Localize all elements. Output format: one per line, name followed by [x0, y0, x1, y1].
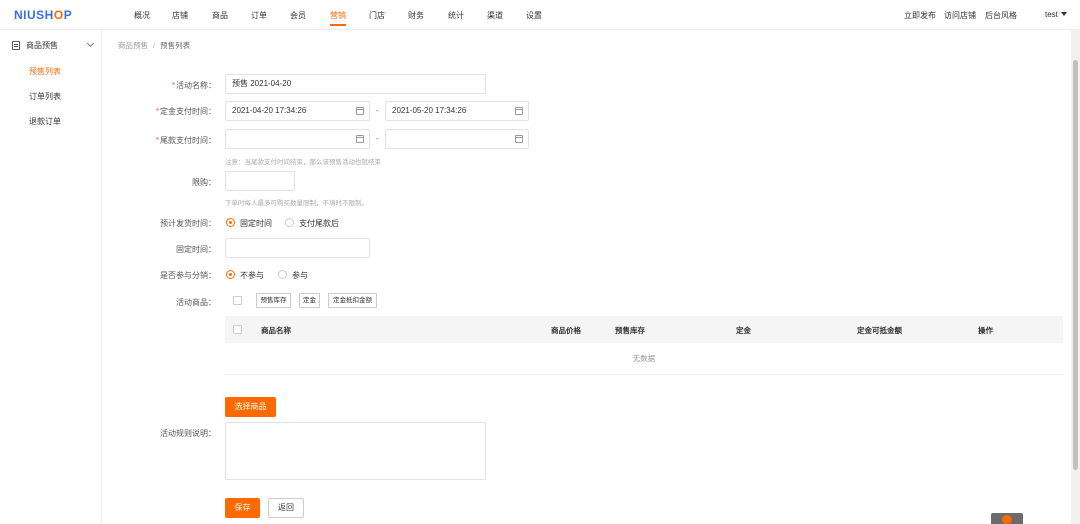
floating-help-widget[interactable] [991, 513, 1023, 524]
select-goods-button[interactable]: 选择商品 [225, 397, 276, 417]
nav-statistics[interactable]: 统计 [448, 10, 464, 21]
radio-distribution[interactable] [278, 270, 287, 279]
nav-active-indicator [330, 24, 346, 26]
breadcrumb: 商品预售 / 预售列表 [118, 40, 190, 51]
save-button[interactable]: 保存 [225, 498, 260, 518]
back-button[interactable]: 返回 [268, 498, 304, 518]
nav-members[interactable]: 会员 [290, 10, 306, 21]
balance-end-input[interactable] [385, 129, 529, 149]
radio-after-balance-label[interactable]: 支付尾款后 [299, 218, 339, 229]
rules-textarea[interactable] [225, 422, 486, 480]
limit-label: 限购： [192, 178, 216, 187]
caret-down-icon [1060, 12, 1067, 16]
logo-accent: O [53, 8, 64, 22]
goods-label: 活动商品： [176, 298, 216, 307]
date-range-separator: - [376, 134, 379, 143]
sidebar-group-label: 商品预售 [26, 41, 58, 50]
logo-text: NIUSH [14, 8, 54, 22]
batch-select-checkbox[interactable] [233, 296, 242, 305]
nav-channels[interactable]: 渠道 [487, 10, 503, 21]
sidebar: 商品预售 预售列表 订单列表 退款订单 [0, 30, 102, 524]
fixed-time-label: 固定时间： [176, 245, 216, 254]
nav-overview[interactable]: 概况 [134, 10, 150, 21]
balance-start-input[interactable] [225, 129, 370, 149]
logo-text-end: P [63, 8, 73, 22]
col-goods-price: 商品价格 [551, 326, 581, 335]
select-all-checkbox[interactable] [233, 325, 242, 334]
balance-time-hint: 注意：当尾款支付时间结束，那么该预售活动也就结束 [225, 159, 381, 166]
calendar-icon[interactable] [515, 107, 523, 115]
deposit-start-input[interactable]: 2021-04-20 17:34:26 [225, 101, 370, 121]
nav-outlets[interactable]: 门店 [369, 10, 385, 21]
calendar-icon[interactable] [515, 135, 523, 143]
col-actions: 操作 [978, 326, 993, 335]
top-nav: NIUSHOP 概况 店铺 商品 订单 会员 营销 门店 财务 统计 渠道 设置… [0, 0, 1080, 30]
breadcrumb-current: 预售列表 [160, 41, 191, 50]
logo[interactable]: NIUSHOP [14, 8, 72, 22]
limit-input[interactable] [225, 171, 295, 191]
deposit-time-label-text: 定金支付时间： [160, 107, 216, 116]
radio-no-distribution-label[interactable]: 不参与 [240, 270, 264, 281]
col-deposit-deduction: 定金可抵金额 [857, 326, 902, 335]
goods-table-empty: 无数据 [225, 343, 1063, 375]
calendar-icon[interactable] [356, 107, 364, 115]
chevron-down-icon[interactable] [86, 39, 95, 48]
date-range-separator: - [376, 106, 379, 115]
delivery-label: 预计发货时间： [160, 219, 216, 228]
deposit-time-label: *定金支付时间： [106, 106, 216, 117]
goods-table-header: 商品名称 商品价格 预售库存 定金 定金可抵金额 操作 [225, 316, 1063, 343]
sidebar-item-refund-orders[interactable]: 退款订单 [29, 116, 61, 127]
distribution-label: 是否参与分销： [160, 271, 216, 280]
nav-settings[interactable]: 设置 [526, 10, 542, 21]
radio-after-balance[interactable] [285, 218, 294, 227]
required-mark: * [155, 107, 159, 116]
activity-name-label-text: 活动名称： [176, 81, 216, 90]
user-name: test [1045, 10, 1058, 19]
nav-marketing[interactable]: 营销 [330, 10, 346, 21]
required-mark: * [155, 136, 159, 145]
balance-time-label-text: 尾款支付时间： [160, 136, 216, 145]
document-icon [12, 41, 20, 50]
balance-time-label: *尾款支付时间： [106, 135, 216, 146]
radio-fixed-time-label[interactable]: 固定时间 [240, 218, 272, 229]
calendar-icon[interactable] [356, 135, 364, 143]
visit-store-link[interactable]: 访问店铺 [944, 10, 976, 21]
breadcrumb-parent[interactable]: 商品预售 [118, 41, 148, 50]
nav-goods[interactable]: 商品 [212, 10, 228, 21]
publish-link[interactable]: 立即发布 [904, 10, 936, 21]
nav-orders[interactable]: 订单 [251, 10, 267, 21]
page-scrollbar[interactable] [1071, 30, 1080, 524]
radio-distribution-label[interactable]: 参与 [292, 270, 308, 281]
backend-style-link[interactable]: 后台风格 [985, 10, 1017, 21]
sidebar-item-order-list[interactable]: 订单列表 [29, 91, 61, 102]
activity-name-input[interactable]: 预售 2021-04-20 [225, 74, 486, 94]
batch-deduction-button[interactable]: 定金抵扣金额 [328, 293, 377, 308]
deposit-end-input[interactable]: 2021-05-20 17:34:26 [385, 101, 529, 121]
col-deposit: 定金 [736, 326, 751, 335]
batch-stock-button[interactable]: 预售库存 [256, 293, 291, 308]
required-mark: * [171, 81, 175, 90]
sidebar-group-presale[interactable]: 商品预售 [12, 40, 58, 51]
col-goods-name: 商品名称 [261, 326, 291, 335]
batch-deposit-button[interactable]: 定金 [299, 293, 320, 308]
col-presale-stock: 预售库存 [615, 326, 645, 335]
radio-fixed-time[interactable] [226, 218, 235, 227]
nav-store[interactable]: 店铺 [172, 10, 188, 21]
rules-label: 活动规则说明： [160, 429, 216, 438]
breadcrumb-separator: / [153, 41, 156, 50]
sidebar-item-presale-list[interactable]: 预售列表 [29, 66, 61, 77]
scrollbar-thumb[interactable] [1073, 60, 1078, 470]
limit-hint: 下单时每人最多可购买数量限制，不填时不限制。 [225, 200, 368, 207]
nav-finance[interactable]: 财务 [408, 10, 424, 21]
activity-name-label: *活动名称： [106, 80, 216, 91]
radio-no-distribution[interactable] [226, 270, 235, 279]
fixed-time-input[interactable] [225, 238, 370, 258]
user-menu[interactable]: test [1045, 10, 1067, 19]
